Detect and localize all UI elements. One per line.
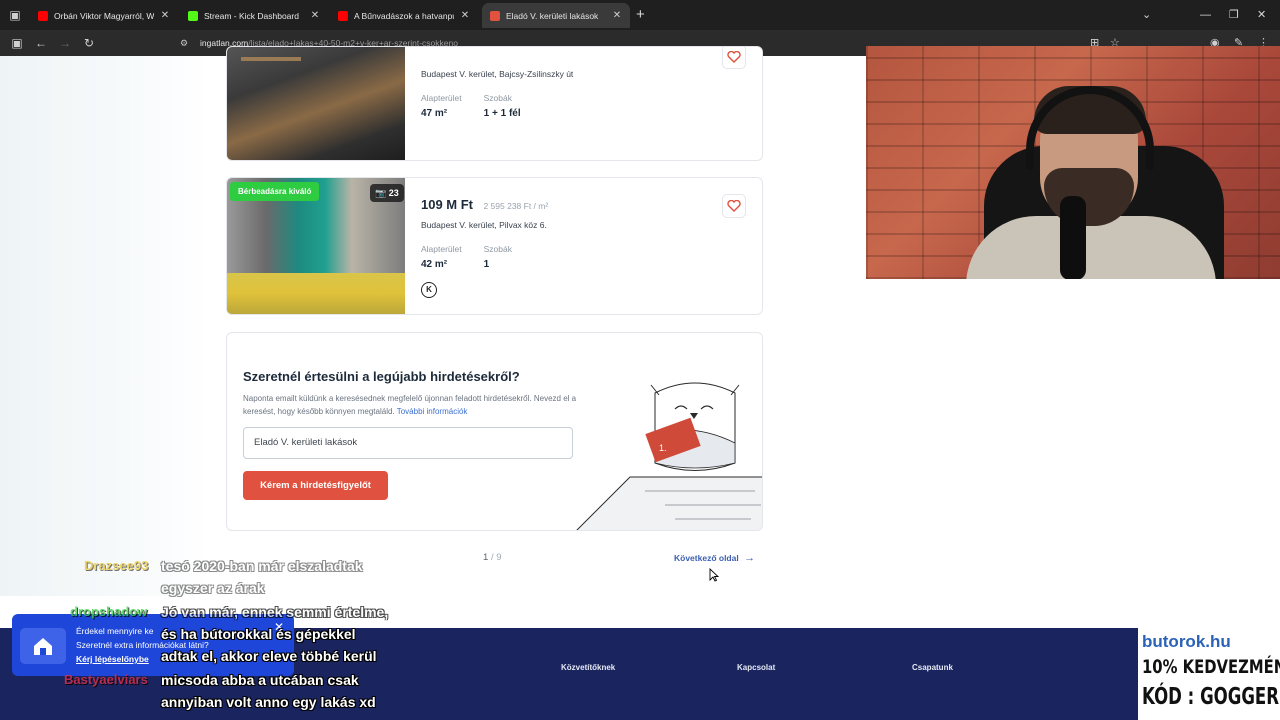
- area-value: 47 m²: [421, 108, 448, 119]
- chat-username: dropshadow: [70, 604, 148, 619]
- area-label: Alapterület: [421, 93, 462, 103]
- webcam-overlay: [866, 46, 1280, 279]
- rooms-value: 1 + 1 fél: [483, 108, 521, 119]
- area-value: 42 m²: [421, 259, 448, 270]
- forward-arrow-icon[interactable]: →: [56, 34, 74, 52]
- close-window-icon[interactable]: ✕: [1257, 6, 1266, 24]
- camera-icon: 📷: [375, 188, 387, 198]
- tab-title: Eladó V. kerületi lakások: [506, 10, 599, 21]
- tab-actions-icon[interactable]: ▣: [6, 6, 24, 24]
- owl-mail-illustration: 1.: [576, 382, 762, 530]
- left-background: [0, 56, 210, 596]
- youtube-favicon-icon: [38, 10, 48, 21]
- close-tab-icon[interactable]: ✕: [160, 10, 170, 21]
- listing-info: 109 M Ft 2 595 238 Ft / m² Budapest V. k…: [421, 196, 548, 298]
- chat-message-line: Jó van már, ennek semmi értelme,: [161, 604, 389, 620]
- maximize-icon[interactable]: ❐: [1229, 6, 1239, 24]
- rooms-label: Szobák: [483, 244, 512, 254]
- sponsor-ad-overlay: butorok.hu 10% KEDVEZMÉNY KÓD : GOGGER: [1138, 628, 1280, 720]
- close-tab-icon[interactable]: ✕: [310, 10, 320, 21]
- favorite-heart-icon[interactable]: [722, 194, 746, 218]
- total-pages: / 9: [490, 552, 502, 563]
- area-label: Alapterület: [421, 244, 462, 254]
- browser-tab-2[interactable]: Stream - Kick Dashboard ✕: [180, 3, 328, 28]
- subscribe-button[interactable]: Kérem a hirdetésfigyelőt: [243, 471, 388, 500]
- search-name-input[interactable]: Eladó V. kerületi lakások: [243, 427, 573, 459]
- chat-username: Drazsee93: [84, 558, 149, 573]
- listing-address: Budapest V. kerület, Pilvax köz 6.: [421, 220, 547, 230]
- arrow-right-icon: →: [741, 552, 756, 564]
- mouse-cursor-icon: [709, 568, 719, 582]
- rooms-label: Szobák: [483, 93, 512, 103]
- stream-chat-overlay: Drazsee93 tesó 2020-ban már elszaladtak …: [0, 540, 420, 720]
- envelope-number: 1.: [659, 443, 667, 453]
- more-info-link[interactable]: További információk: [397, 407, 468, 416]
- tab-title: Stream - Kick Dashboard: [204, 10, 299, 21]
- price-per-m2: 2 595 238 Ft / m²: [483, 201, 549, 211]
- new-tab-icon[interactable]: +: [636, 6, 645, 24]
- sidebar-toggle-icon[interactable]: ▣: [8, 34, 26, 52]
- tab-title: Orbán Viktor Magyarról, Wáber: [54, 10, 154, 21]
- saved-search-card: Szeretnél értesülni a legújabb hirdetése…: [226, 332, 763, 531]
- saved-search-description: Naponta emailt küldünk a keresésednek me…: [243, 392, 583, 418]
- pagination-indicator: 1 / 9: [483, 552, 502, 563]
- listing-specs: Alapterület 42 m² Szobák 1: [421, 244, 548, 270]
- kick-favicon-icon: [188, 10, 198, 21]
- sponsor-discount: 10% KEDVEZMÉNY: [1142, 656, 1280, 678]
- chat-message-line: tesó 2020-ban már elszaladtak: [161, 558, 363, 574]
- tab-title: A Bűnvadászok a hatvanpusztai: [354, 10, 454, 21]
- rooms-value: 1: [483, 259, 490, 270]
- next-page-label: Következő oldal: [674, 553, 739, 563]
- chat-message-line: annyiban volt anno egy lakás xd: [161, 694, 376, 710]
- agency-logo-icon[interactable]: K: [421, 282, 437, 298]
- back-arrow-icon[interactable]: ←: [32, 34, 50, 52]
- minimize-icon[interactable]: —: [1200, 6, 1211, 24]
- listing-badge: Bérbeadásra kiváló: [230, 182, 320, 201]
- browser-tab-1[interactable]: Orbán Viktor Magyarról, Wáber ✕: [30, 3, 178, 28]
- next-page-link[interactable]: Következő oldal →: [674, 552, 755, 564]
- sponsor-code: KÓD : GOGGER: [1142, 684, 1279, 710]
- youtube-favicon-icon: [338, 10, 348, 21]
- saved-search-title: Szeretnél értesülni a legújabb hirdetése…: [243, 369, 520, 384]
- site-info-icon[interactable]: ⚙: [180, 38, 194, 49]
- browser-tab-4[interactable]: Eladó V. kerületi lakások ✕: [482, 3, 630, 28]
- close-tab-icon[interactable]: ✕: [612, 10, 622, 21]
- footer-column-title[interactable]: Csapatunk: [912, 663, 953, 672]
- favorite-heart-icon[interactable]: [722, 47, 746, 69]
- footer-column-title[interactable]: Közvetítőknek: [561, 663, 615, 672]
- current-page: 1: [483, 552, 489, 563]
- listing-photo[interactable]: [227, 47, 405, 160]
- listing-info: Budapest V. kerület, Bajcsy-Zsilinszky ú…: [421, 63, 573, 119]
- chat-username: Bastyaelviars: [64, 672, 148, 687]
- listing-card[interactable]: Budapest V. kerület, Bajcsy-Zsilinszky ú…: [226, 46, 763, 161]
- chat-message-line: micsoda abba a utcában csak: [161, 672, 359, 688]
- sponsor-brand: butorok.hu: [1142, 632, 1231, 651]
- microphone: [1060, 196, 1086, 279]
- listing-card[interactable]: Bérbeadásra kiváló 📷 23 109 M Ft 2 595 2…: [226, 177, 763, 315]
- photo-count-badge[interactable]: 📷 23: [370, 184, 404, 202]
- chat-message-line: és ha bútorokkal és gépekkel: [161, 626, 356, 642]
- chat-message-line: egyszer az árak: [161, 580, 265, 596]
- listing-price: 109 M Ft: [421, 197, 474, 212]
- footer-column-title[interactable]: Kapcsolat: [737, 663, 775, 672]
- photo-count: 23: [388, 188, 399, 198]
- chat-message-line: adtak el, akkor eleve többé kerül: [161, 648, 377, 664]
- ingatlan-favicon-icon: [490, 10, 500, 21]
- tab-search-chevron-icon[interactable]: ⌄: [1142, 6, 1151, 24]
- browser-tab-3[interactable]: A Bűnvadászok a hatvanpusztai ✕: [330, 3, 478, 28]
- listing-photo[interactable]: Bérbeadásra kiváló 📷 23: [227, 178, 405, 314]
- close-tab-icon[interactable]: ✕: [460, 10, 470, 21]
- listing-specs: Alapterület 47 m² Szobák 1 + 1 fél: [421, 93, 573, 119]
- listing-address: Budapest V. kerület, Bajcsy-Zsilinszky ú…: [421, 69, 574, 79]
- reload-icon[interactable]: ↻: [80, 34, 98, 52]
- browser-tab-bar: ▣ Orbán Viktor Magyarról, Wáber ✕ Stream…: [0, 0, 1280, 30]
